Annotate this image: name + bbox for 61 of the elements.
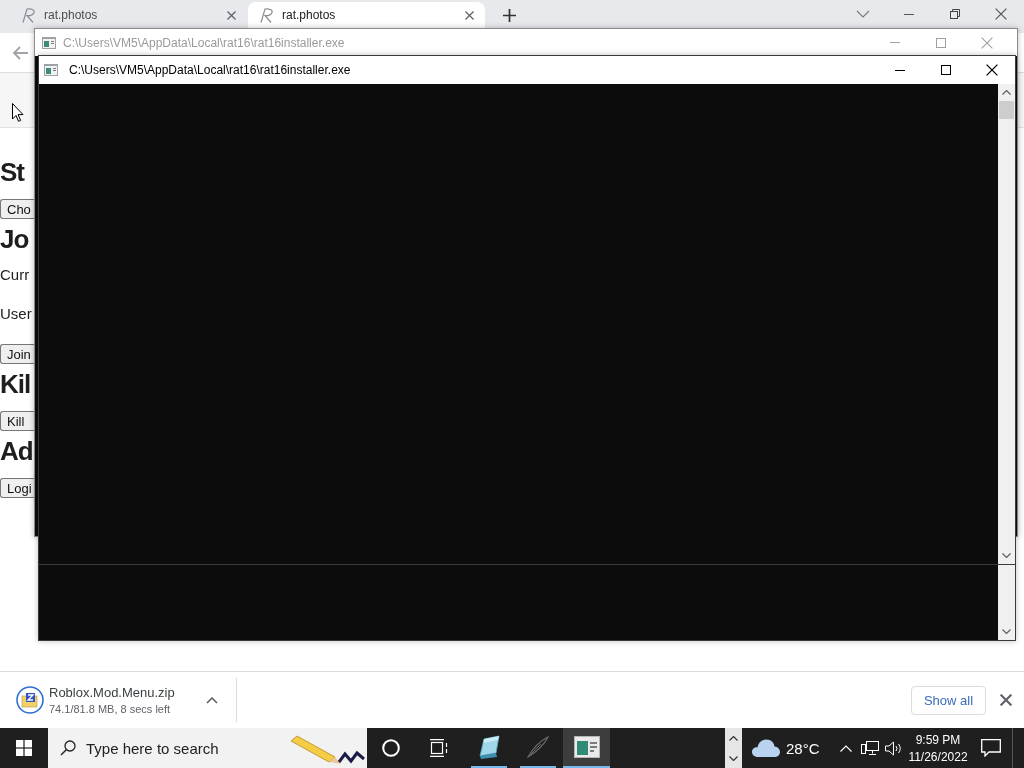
- download-status-text: 74.1/81.8 MB, 8 secs left: [49, 703, 171, 715]
- feather-icon: [526, 736, 549, 758]
- page-button[interactable]: Join: [0, 344, 34, 364]
- browser-tab[interactable]: rat.photos: [248, 2, 485, 28]
- site-logo-icon: [22, 7, 36, 23]
- clock-button[interactable]: 9:59 PM 11/26/2022: [906, 728, 970, 768]
- page-button[interactable]: Cho: [0, 199, 34, 219]
- scrollbar-thumb[interactable]: [999, 101, 1014, 119]
- notepad-icon: [476, 735, 501, 759]
- window-title: C:\Users\VM5\AppData\Local\rat16\rat16installer.exe: [63, 35, 345, 50]
- maximize-icon: [936, 37, 946, 48]
- page-heading: Jo: [0, 223, 29, 256]
- show-all-button[interactable]: Show all: [911, 685, 986, 715]
- task-view-icon: [430, 739, 448, 757]
- page-heading: St: [0, 156, 24, 189]
- taskbar-scroller[interactable]: [725, 728, 742, 768]
- pencil-scribble-icon: [289, 735, 365, 765]
- plus-icon: [502, 8, 516, 22]
- search-icon: [60, 740, 76, 756]
- close-icon: [995, 8, 1007, 20]
- minimize-icon: [890, 42, 900, 43]
- close-icon: [981, 36, 993, 49]
- scrollbar[interactable]: [998, 84, 1015, 564]
- circle-icon: [382, 739, 400, 757]
- page-text: Curr: [0, 266, 30, 284]
- page-button[interactable]: Logi: [0, 478, 34, 498]
- browser-tab[interactable]: rat.photos: [10, 2, 247, 28]
- speech-bubble-icon: [981, 739, 1001, 757]
- page-text: User: [0, 305, 32, 323]
- zip-file-icon: [16, 686, 44, 714]
- weather-button[interactable]: 28°C: [742, 728, 834, 768]
- download-file-name[interactable]: Roblox.Mod.Menu.zip: [49, 685, 175, 700]
- network-icon: [861, 740, 879, 756]
- back-arrow-icon: [12, 45, 28, 60]
- close-icon: [226, 10, 236, 20]
- chevron-down-icon: [856, 10, 870, 18]
- caret-up-icon: [206, 696, 218, 704]
- page-button[interactable]: Kill: [0, 411, 34, 431]
- scrollbar[interactable]: [998, 565, 1015, 640]
- windows-logo-icon: [16, 740, 32, 756]
- cloud-icon: [752, 739, 780, 757]
- site-logo-icon: [260, 7, 274, 23]
- close-icon: [464, 10, 474, 20]
- minimize-icon: [904, 13, 914, 15]
- chevron-up-icon: [840, 744, 852, 752]
- taskbar-app-button[interactable]: [563, 728, 610, 768]
- speaker-icon: [885, 740, 903, 756]
- page-heading: Ad: [0, 435, 33, 468]
- mouse-cursor-icon: [12, 103, 24, 122]
- taskbar-search-bar[interactable]: Type here to search: [48, 728, 367, 768]
- page-heading: Kil: [0, 368, 31, 401]
- close-icon: [1000, 694, 1012, 706]
- console-window-icon: [44, 64, 58, 76]
- restore-icon: [950, 9, 960, 19]
- search-field[interactable]: Type here to search: [86, 739, 236, 757]
- maximize-icon: [941, 65, 951, 75]
- close-icon: [986, 64, 998, 76]
- console-window-icon: [42, 36, 56, 49]
- console-window-icon: [573, 736, 600, 758]
- minimize-icon: [895, 69, 905, 71]
- window-title: C:\Users\VM5\AppData\Local\rat16\rat16installer.exe: [69, 63, 351, 77]
